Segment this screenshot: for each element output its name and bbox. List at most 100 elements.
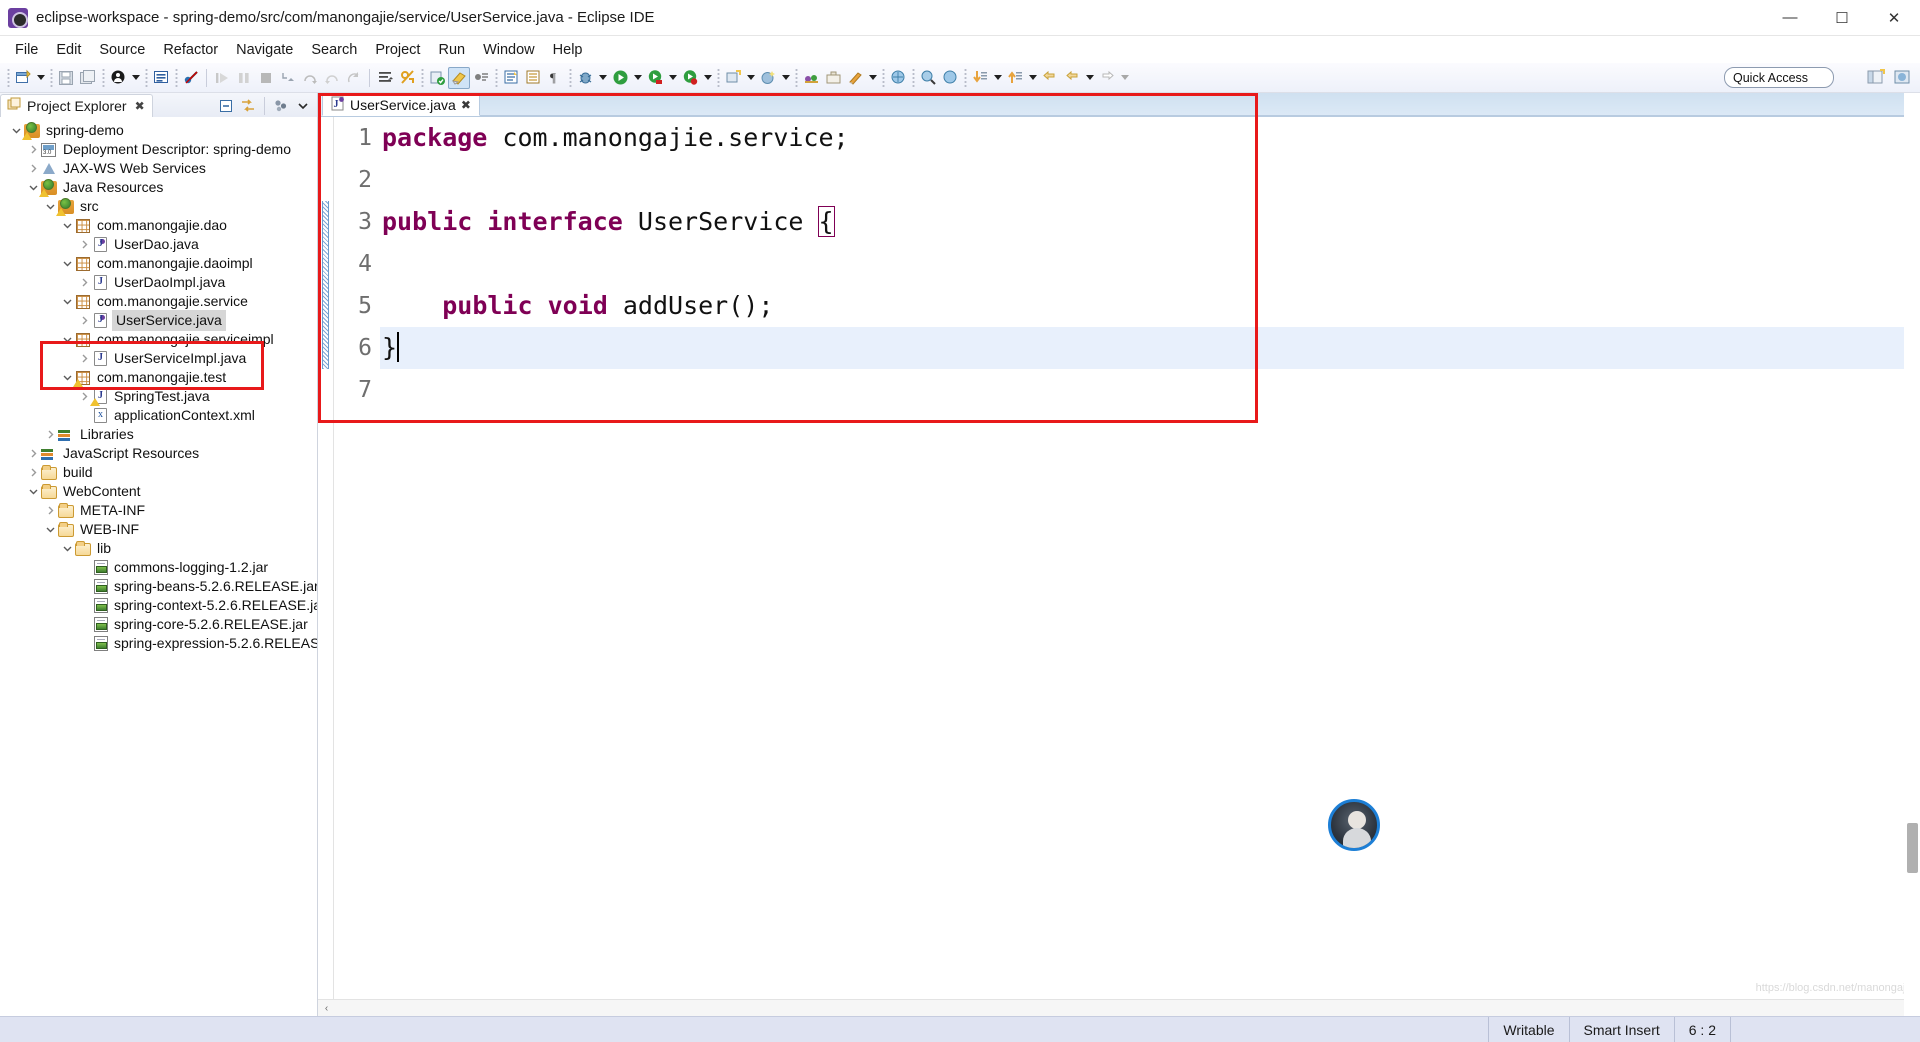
code-line[interactable] [380, 369, 1904, 411]
archive-icon[interactable] [822, 67, 844, 89]
expand-arrow-icon[interactable] [59, 330, 75, 349]
open-element-icon[interactable] [470, 67, 492, 89]
tree-item[interactable]: UserServiceImpl.java [0, 349, 317, 368]
tree-item[interactable]: spring-demo [0, 121, 317, 140]
previous-annotation-icon[interactable] [1004, 67, 1026, 89]
back-dropdown-icon[interactable] [1083, 67, 1096, 89]
maximize-button[interactable]: ☐ [1816, 0, 1868, 36]
tree-item[interactable]: UserDaoImpl.java [0, 273, 317, 292]
new-server-icon[interactable] [722, 67, 744, 89]
expand-arrow-icon[interactable] [59, 216, 75, 235]
skip-breakpoints-icon[interactable] [396, 67, 418, 89]
code-line[interactable]: public interface UserService { [380, 201, 1904, 243]
global-vertical-scrollbar[interactable] [1904, 93, 1920, 1016]
tree-item[interactable]: WEB-INF [0, 520, 317, 539]
open-task-icon[interactable] [374, 67, 396, 89]
tree-item[interactable]: build [0, 463, 317, 482]
scroll-left-icon[interactable]: ‹ [318, 1000, 335, 1017]
last-edit-location-icon[interactable] [1039, 67, 1061, 89]
collapse-arrow-icon[interactable] [76, 235, 92, 254]
tree-item[interactable]: JavaScript Resources [0, 444, 317, 463]
open-perspective-icon[interactable] [1864, 66, 1887, 89]
debug-icon[interactable] [574, 67, 596, 89]
debug-dropdown-icon[interactable] [596, 67, 609, 89]
tree-item[interactable]: spring-context-5.2.6.RELEASE.jar [0, 596, 317, 615]
step-over-icon[interactable] [299, 67, 321, 89]
resume-icon[interactable] [211, 67, 233, 89]
close-button[interactable]: ✕ [1868, 0, 1920, 36]
expand-arrow-icon[interactable] [25, 482, 41, 501]
tree-item[interactable]: UserService.java [0, 310, 317, 331]
open-task-list-icon[interactable] [522, 67, 544, 89]
tree-item[interactable]: com.manongajie.daoimpl [0, 254, 317, 273]
profile-dropdown-icon[interactable] [866, 67, 879, 89]
pilcrow-icon[interactable]: ¶ [544, 67, 566, 89]
highlight-icon[interactable] [448, 66, 470, 89]
web-services-icon[interactable] [757, 67, 779, 89]
tree-item[interactable]: spring-beans-5.2.6.RELEASE.jar [0, 577, 317, 596]
tree-item[interactable]: spring-expression-5.2.6.RELEASE.jar [0, 634, 317, 653]
open-search-dialog-icon[interactable] [917, 67, 939, 89]
tree-item[interactable]: com.manongajie.service [0, 292, 317, 311]
coverage-icon[interactable] [679, 67, 701, 89]
menu-project[interactable]: Project [366, 39, 429, 61]
next-annotation-icon[interactable] [969, 67, 991, 89]
tree-item[interactable]: META-INF [0, 501, 317, 520]
expand-arrow-icon[interactable] [59, 539, 75, 558]
tree-item[interactable]: Java Resources [0, 178, 317, 197]
link-with-editor-icon[interactable] [238, 96, 258, 116]
open-type-hierarchy-icon[interactable] [500, 67, 522, 89]
tree-item[interactable]: src [0, 197, 317, 216]
coverage-dropdown-icon[interactable] [701, 67, 714, 89]
save-all-icon[interactable] [77, 67, 99, 89]
tree-item[interactable]: SpringTest.java [0, 387, 317, 406]
close-icon[interactable]: ✖ [461, 98, 471, 112]
menu-source[interactable]: Source [90, 39, 154, 61]
back-icon[interactable] [1061, 67, 1083, 89]
step-into-icon[interactable] [277, 67, 299, 89]
web-services-dropdown-icon[interactable] [779, 67, 792, 89]
search-icon[interactable] [887, 67, 909, 89]
terminate-icon[interactable] [255, 67, 277, 89]
tree-item[interactable]: com.manongajie.serviceimpl [0, 330, 317, 349]
open-type-icon[interactable] [150, 67, 172, 89]
quick-access-input[interactable]: Quick Access [1724, 67, 1834, 88]
drop-to-frame-icon[interactable] [343, 67, 365, 89]
expand-arrow-icon[interactable] [42, 520, 58, 539]
collapse-arrow-icon[interactable] [25, 140, 41, 159]
expand-arrow-icon[interactable] [59, 292, 75, 311]
profile-icon[interactable] [844, 67, 866, 89]
collapse-arrow-icon[interactable] [42, 425, 58, 444]
close-icon[interactable]: ✖ [135, 99, 145, 113]
collapse-all-icon[interactable] [216, 96, 236, 116]
collapse-arrow-icon[interactable] [25, 463, 41, 482]
previous-annotation-dropdown-icon[interactable] [1026, 67, 1039, 89]
run-dropdown-icon[interactable] [631, 67, 644, 89]
step-return-icon[interactable] [321, 67, 343, 89]
tree-item[interactable]: Libraries [0, 425, 317, 444]
tree-item[interactable]: JAX-WS Web Services [0, 159, 317, 178]
view-menu-icon[interactable] [271, 96, 291, 116]
java-ee-perspective-icon[interactable] [1891, 66, 1914, 89]
suspend-icon[interactable] [233, 67, 255, 89]
new-ejb-icon[interactable] [426, 67, 448, 89]
code-area[interactable]: package com.manongajie.service; public in… [380, 117, 1904, 999]
code-line[interactable]: public void addUser(); [380, 285, 1904, 327]
tree-item[interactable]: WebContent [0, 482, 317, 501]
save-icon[interactable] [55, 67, 77, 89]
menu-search[interactable]: Search [302, 39, 366, 61]
new-server-dropdown-icon[interactable] [744, 67, 757, 89]
marker-column[interactable] [318, 117, 334, 999]
code-line[interactable]: package com.manongajie.service; [380, 117, 1904, 159]
run-as-icon[interactable] [644, 67, 666, 89]
collapse-arrow-icon[interactable] [76, 349, 92, 368]
tree-item[interactable]: lib [0, 539, 317, 558]
next-annotation-dropdown-icon[interactable] [991, 67, 1004, 89]
menu-navigate[interactable]: Navigate [227, 39, 302, 61]
tree-item[interactable]: com.manongajie.test [0, 368, 317, 387]
forward-icon[interactable] [1096, 67, 1118, 89]
tree-item[interactable]: commons-logging-1.2.jar [0, 558, 317, 577]
menu-window[interactable]: Window [474, 39, 544, 61]
tree-item[interactable]: spring-core-5.2.6.RELEASE.jar [0, 615, 317, 634]
new-class-dropdown-icon[interactable] [129, 67, 142, 89]
